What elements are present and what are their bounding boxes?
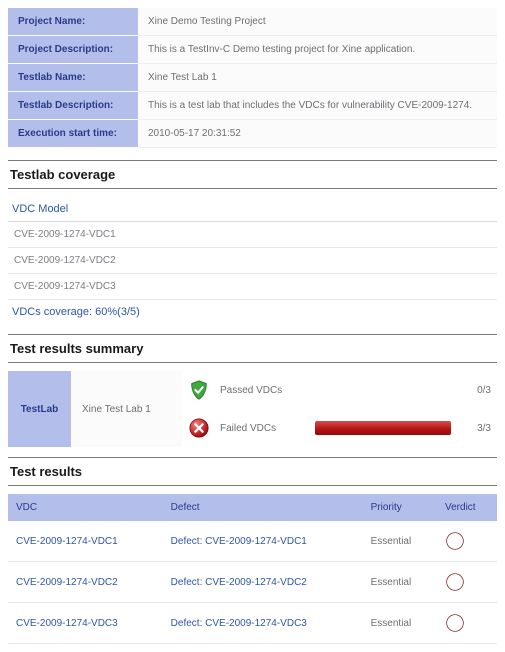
defect-link[interactable]: Defect: CVE-2009-1274-VDC1 [171, 536, 307, 547]
summary-row-passed: Passed VDCs 0/3 [182, 371, 497, 409]
failed-bar [315, 421, 451, 435]
table-row: CVE-2009-1274-VDC1 Defect: CVE-2009-1274-… [8, 521, 497, 562]
value-project-description: This is a TestInv-C Demo testing project… [138, 36, 497, 64]
value-execution-time: 2010-05-17 20:31:52 [138, 120, 497, 148]
label-project-description: Project Description: [8, 36, 138, 64]
value-testlab-name: Xine Test Lab 1 [138, 64, 497, 92]
error-circle-icon [188, 417, 210, 439]
priority-value: Essential [371, 577, 412, 588]
table-row: CVE-2009-1274-VDC2 Defect: CVE-2009-1274-… [8, 562, 497, 603]
coverage-box: VDC Model CVE-2009-1274-VDC1 CVE-2009-12… [8, 197, 497, 324]
value-project-name: Xine Demo Testing Project [138, 8, 497, 36]
label-testlab-name: Testlab Name: [8, 64, 138, 92]
label-project-name: Project Name: [8, 8, 138, 36]
col-vdc[interactable]: VDC [8, 494, 163, 521]
label-testlab-description: Testlab Description: [8, 92, 138, 120]
defect-link[interactable]: Defect: CVE-2009-1274-VDC3 [171, 618, 307, 629]
section-title-results: Test results [8, 457, 497, 486]
vdc-link[interactable]: CVE-2009-1274-VDC1 [16, 536, 118, 547]
table-row: CVE-2009-1274-VDC3 Defect: CVE-2009-1274-… [8, 603, 497, 644]
vdc-link[interactable]: CVE-2009-1274-VDC3 [16, 618, 118, 629]
vdc-link[interactable]: CVE-2009-1274-VDC2 [16, 577, 118, 588]
coverage-row: CVE-2009-1274-VDC2 [8, 248, 497, 274]
summary-wrap: TestLab Xine Test Lab 1 Passed VDCs 0/3 [8, 371, 497, 447]
passed-bar [315, 383, 451, 397]
failed-label: Failed VDCs [220, 423, 305, 434]
section-title-coverage: Testlab coverage [8, 160, 497, 189]
failed-count: 3/3 [461, 423, 491, 434]
error-circle-icon [445, 531, 489, 551]
coverage-row: CVE-2009-1274-VDC3 [8, 274, 497, 300]
col-verdict[interactable]: Verdict [437, 494, 497, 521]
error-circle-icon [445, 613, 489, 633]
summary-lab-name: Xine Test Lab 1 [72, 371, 182, 447]
coverage-summary: VDCs coverage: 60%(3/5) [8, 300, 497, 324]
error-circle-icon [445, 572, 489, 592]
section-title-summary: Test results summary [8, 334, 497, 363]
project-info-table: Project Name: Xine Demo Testing Project … [8, 8, 497, 148]
coverage-row: CVE-2009-1274-VDC1 [8, 222, 497, 248]
priority-value: Essential [371, 618, 412, 629]
value-testlab-description: This is a test lab that includes the VDC… [138, 92, 497, 120]
passed-count: 0/3 [461, 385, 491, 396]
col-defect[interactable]: Defect [163, 494, 363, 521]
passed-label: Passed VDCs [220, 385, 305, 396]
priority-value: Essential [371, 536, 412, 547]
results-table: VDC Defect Priority Verdict CVE-2009-127… [8, 494, 497, 644]
shield-check-icon [188, 379, 210, 401]
summary-left-label: TestLab [8, 371, 72, 447]
summary-row-failed: Failed VDCs 3/3 [182, 409, 497, 447]
col-priority[interactable]: Priority [363, 494, 437, 521]
defect-link[interactable]: Defect: CVE-2009-1274-VDC2 [171, 577, 307, 588]
coverage-header[interactable]: VDC Model [8, 197, 497, 222]
label-execution-time: Execution start time: [8, 120, 138, 148]
